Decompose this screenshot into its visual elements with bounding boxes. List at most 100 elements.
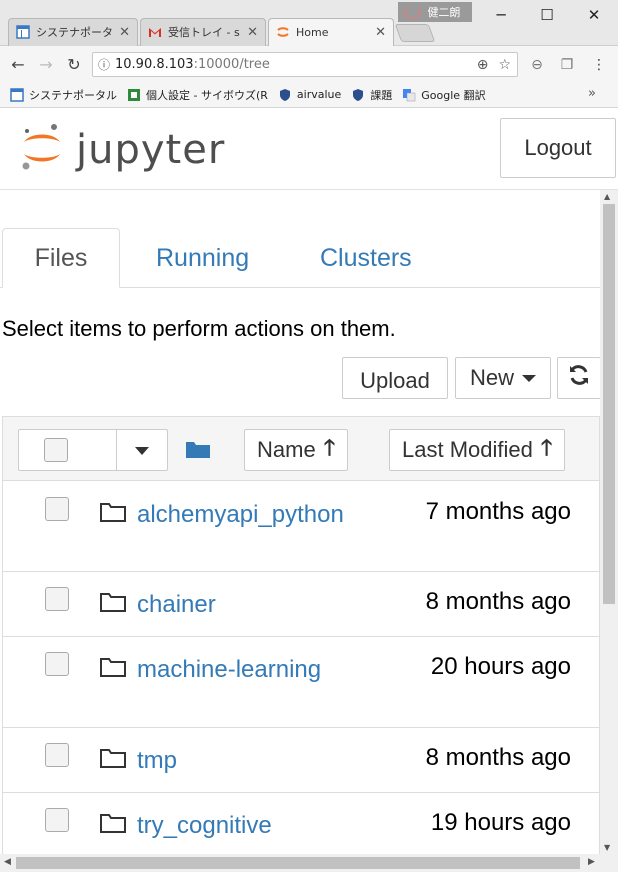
- row-checkbox[interactable]: [45, 587, 69, 611]
- browser-tab-title: 受信トレイ - s: [168, 26, 240, 39]
- jupyter-favicon-icon: [276, 25, 290, 39]
- bookmark-star-icon[interactable]: ☆: [498, 57, 511, 73]
- bookmark-item[interactable]: airvalue: [278, 88, 341, 102]
- file-row[interactable]: machine-learning 20 hours ago: [3, 637, 599, 728]
- extension-icon[interactable]: ⊖: [526, 54, 548, 76]
- scroll-down-icon[interactable]: ▼: [604, 843, 610, 852]
- upload-label: Upload: [360, 368, 430, 393]
- bookmark-item[interactable]: 個人設定 - サイボウズ(R: [127, 87, 268, 103]
- scroll-right-icon[interactable]: ▶: [588, 857, 595, 867]
- logout-button[interactable]: Logout: [500, 118, 616, 178]
- profile-icon: (‿): [404, 5, 422, 19]
- file-name-link[interactable]: alchemyapi_python: [137, 501, 344, 529]
- forward-arrow-icon[interactable]: →: [34, 52, 58, 76]
- close-window-button[interactable]: ✕: [571, 0, 617, 30]
- folder-outline-icon: [99, 747, 127, 773]
- file-modified: 8 months ago: [425, 744, 571, 771]
- file-name-link[interactable]: machine-learning: [137, 656, 321, 684]
- file-modified: 20 hours ago: [430, 653, 571, 680]
- cybozu-icon: [127, 88, 141, 102]
- file-name-link[interactable]: chainer: [137, 591, 216, 619]
- bookmarks-overflow-icon[interactable]: »: [588, 86, 596, 101]
- file-row[interactable]: chainer 8 months ago: [3, 572, 599, 637]
- jupyter-page: jupyter Logout Files Running Clusters Se…: [0, 108, 618, 872]
- url-path: :10000/tree: [193, 57, 270, 72]
- vertical-scroll-thumb[interactable]: [603, 204, 615, 604]
- upload-button[interactable]: Upload: [342, 357, 448, 399]
- browser-tab-title: システナポータ: [36, 26, 113, 39]
- tab-bar: Files Running Clusters: [0, 228, 600, 288]
- file-row[interactable]: alchemyapi_python 7 months ago: [3, 481, 599, 572]
- bookmark-item[interactable]: Google 翻訳: [402, 87, 486, 103]
- jupyter-logo-icon: [20, 122, 64, 178]
- name-column-label: Name: [257, 437, 316, 462]
- profile-badge[interactable]: (‿) 健二朗: [398, 2, 472, 22]
- file-row[interactable]: tmp 8 months ago: [3, 728, 599, 793]
- new-label: New: [469, 365, 514, 390]
- new-dropdown-button[interactable]: New: [455, 357, 551, 399]
- row-checkbox[interactable]: [45, 743, 69, 767]
- file-modified: 7 months ago: [425, 498, 571, 525]
- gmail-icon: [148, 25, 162, 39]
- arrow-up-icon: 🡑: [540, 435, 553, 460]
- zoom-icon[interactable]: ⊕: [477, 57, 489, 73]
- horizontal-scrollbar[interactable]: ◀ ▶: [0, 854, 618, 872]
- scroll-up-icon[interactable]: ▲: [604, 192, 610, 201]
- jupyter-header: jupyter Logout: [0, 108, 618, 190]
- shield-icon: [351, 88, 365, 102]
- row-checkbox[interactable]: [45, 497, 69, 521]
- browser-titlebar: システナポータ ✕ 受信トレイ - s ✕ Home ✕ (‿) 健二朗 ─ ☐…: [0, 0, 618, 46]
- instruction-text: Select items to perform actions on them.: [2, 316, 396, 341]
- bookmarks-bar: システナポータル 個人設定 - サイボウズ(R airvalue 課題 Goog…: [0, 82, 618, 108]
- tab-clusters[interactable]: Clusters: [320, 228, 412, 288]
- row-checkbox[interactable]: [45, 652, 69, 676]
- browser-tab-portal[interactable]: システナポータ ✕: [8, 18, 138, 46]
- caret-down-icon[interactable]: [135, 447, 149, 455]
- extension-layers-icon[interactable]: ❐: [556, 54, 578, 76]
- sort-by-modified-button[interactable]: Last Modified 🡑: [389, 429, 566, 471]
- sort-by-name-button[interactable]: Name 🡑: [244, 429, 349, 471]
- bookmark-item[interactable]: システナポータル: [10, 87, 117, 103]
- file-list-header: Name 🡑 Last Modified 🡑: [3, 417, 599, 481]
- row-checkbox[interactable]: [45, 808, 69, 832]
- file-modified: 19 hours ago: [430, 809, 571, 836]
- file-name-link[interactable]: tmp: [137, 747, 177, 775]
- caret-down-icon: [522, 374, 536, 382]
- browser-tab-home[interactable]: Home ✕: [268, 18, 394, 46]
- horizontal-scroll-thumb[interactable]: [16, 857, 580, 869]
- browser-chrome: システナポータ ✕ 受信トレイ - s ✕ Home ✕ (‿) 健二朗 ─ ☐…: [0, 0, 618, 108]
- refresh-button[interactable]: [557, 357, 601, 399]
- folder-outline-icon: [99, 501, 127, 527]
- select-all-checkbox[interactable]: [44, 438, 68, 462]
- browser-tab-title: Home: [296, 25, 329, 39]
- file-name-link[interactable]: try_cognitive: [137, 812, 272, 840]
- tab-files[interactable]: Files: [2, 228, 120, 288]
- maximize-button[interactable]: ☐: [524, 0, 570, 30]
- new-tab-button[interactable]: [394, 24, 436, 42]
- folder-outline-icon: [99, 591, 127, 617]
- folder-outline-icon: [99, 812, 127, 838]
- select-all-dropdown: [18, 429, 168, 471]
- close-icon[interactable]: ✕: [119, 25, 130, 40]
- info-icon[interactable]: ⓘ: [93, 56, 115, 73]
- browser-toolbar: ← → ↻ ⓘ 10.90.8.103 :10000/tree ⊕ ☆ ⊖ ❐ …: [0, 46, 618, 82]
- folder-icon[interactable]: [185, 439, 211, 463]
- browser-tab-gmail[interactable]: 受信トレイ - s ✕: [140, 18, 266, 46]
- back-arrow-icon[interactable]: ←: [6, 52, 30, 76]
- jupyter-wordmark: jupyter: [76, 127, 226, 173]
- vertical-scrollbar[interactable]: ▲ ▼: [600, 190, 618, 854]
- minimize-button[interactable]: ─: [478, 0, 524, 30]
- file-modified: 8 months ago: [425, 588, 571, 615]
- close-icon[interactable]: ✕: [375, 25, 386, 40]
- scroll-left-icon[interactable]: ◀: [4, 857, 11, 867]
- bookmark-item[interactable]: 課題: [351, 87, 392, 103]
- reload-icon[interactable]: ↻: [62, 52, 86, 76]
- tab-running[interactable]: Running: [156, 228, 249, 288]
- jupyter-logo[interactable]: jupyter: [20, 122, 225, 178]
- portal-favicon-icon: [10, 87, 24, 102]
- menu-kebab-icon[interactable]: ⋮: [588, 54, 610, 76]
- portal-favicon-icon: [16, 25, 30, 39]
- close-icon[interactable]: ✕: [247, 25, 258, 40]
- arrow-up-icon: 🡑: [323, 435, 336, 460]
- address-bar[interactable]: ⓘ 10.90.8.103 :10000/tree ⊕ ☆: [92, 52, 518, 77]
